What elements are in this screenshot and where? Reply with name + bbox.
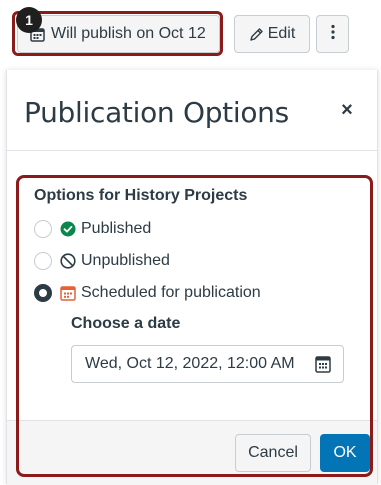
edit-button[interactable]: Edit (234, 15, 310, 53)
step-badge: 1 (16, 7, 42, 33)
dialog-title: Publication Options (24, 96, 289, 129)
close-button[interactable]: × (337, 98, 357, 121)
highlight-frame-options (16, 175, 373, 477)
kebab-icon (330, 24, 335, 45)
more-options-button[interactable] (316, 15, 349, 53)
highlight-frame-toolbar (12, 11, 223, 56)
top-toolbar: Will publish on Oct 12 1 Edit (0, 0, 381, 68)
close-icon: × (341, 98, 353, 121)
pencil-icon (249, 27, 264, 42)
edit-label: Edit (267, 25, 296, 42)
header-divider (7, 150, 377, 151)
